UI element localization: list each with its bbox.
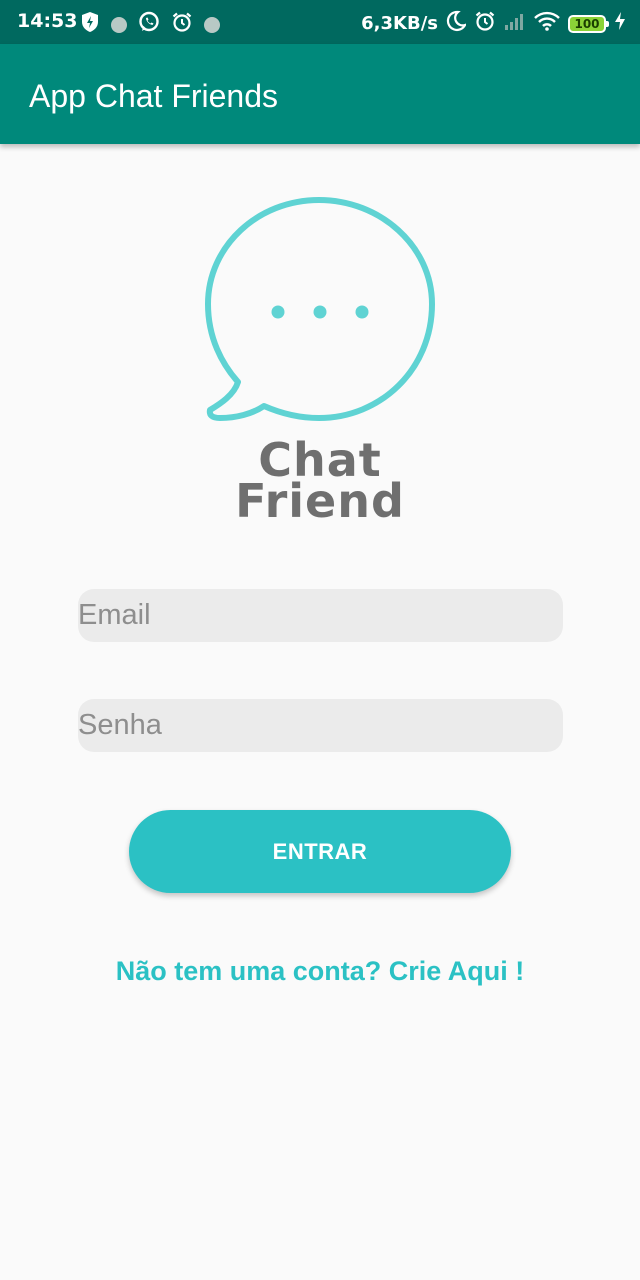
whatsapp-icon [138,11,160,38]
wifi-icon [534,11,560,36]
app-bar: App Chat Friends [0,44,640,144]
moon-icon [446,10,468,37]
signal-icon [504,11,526,36]
charging-icon [614,11,626,36]
chat-bubble-logo-icon [205,197,435,421]
notification-dot-icon [204,16,220,33]
status-bar: 14:53 6,3KB/s 100 [0,0,640,44]
app-title: App Chat Friends [29,78,279,114]
notification-dot-icon [111,16,127,33]
status-right-icons: 6,3KB/s 100 [361,10,626,37]
login-button[interactable]: ENTRAR [129,810,511,893]
password-field[interactable] [78,699,563,752]
network-speed: 6,3KB/s [361,13,438,34]
status-time: 14:53 [17,10,78,32]
signup-link[interactable]: Não tem uma conta? Crie Aqui ! [0,956,640,987]
shield-bolt-icon [80,11,100,38]
battery-icon: 100 [568,14,609,33]
logo-text-line2: Friend [235,474,405,528]
alarm-icon [474,10,496,37]
status-left-icons [80,11,220,38]
alarm-icon [171,11,193,38]
email-field[interactable] [78,589,563,642]
